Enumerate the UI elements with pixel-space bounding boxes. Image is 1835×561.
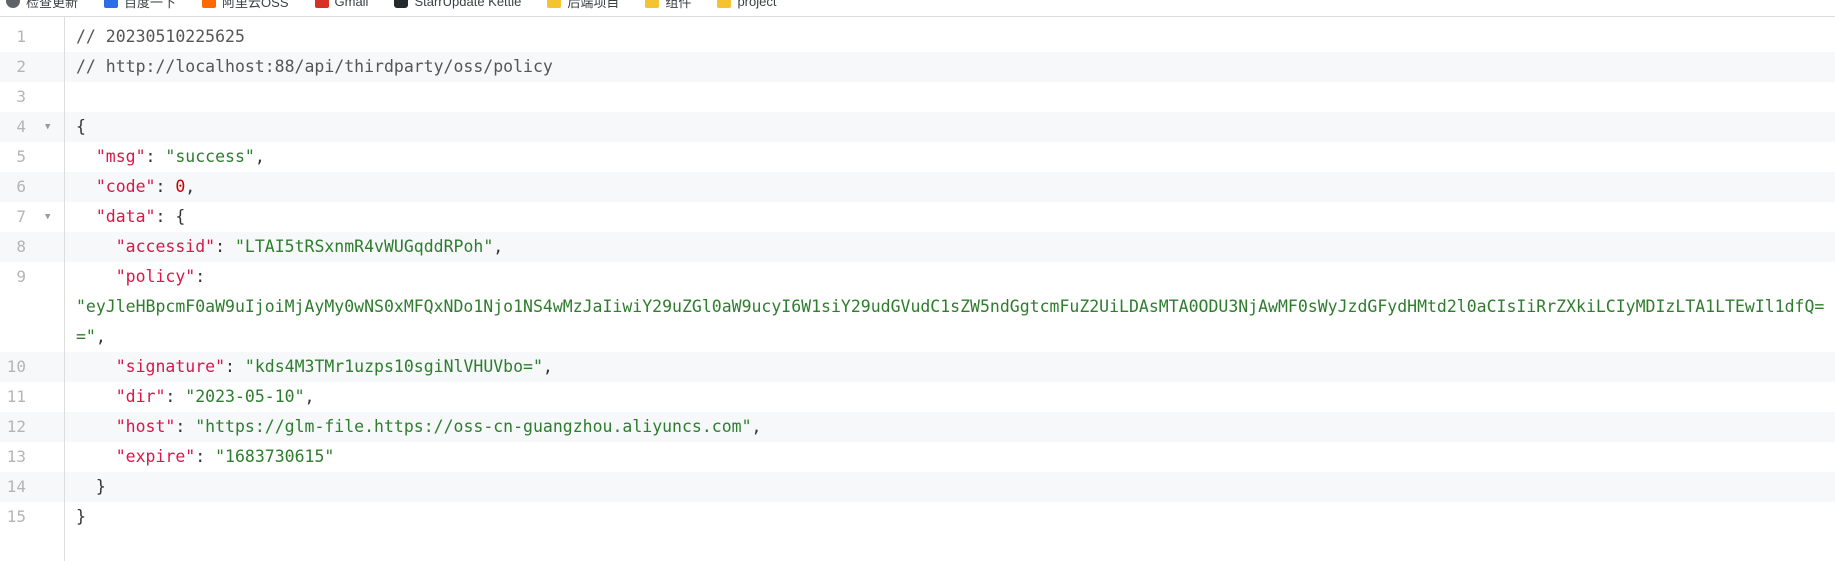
- line-number: 13: [6, 447, 26, 466]
- fold-toggle-icon[interactable]: ▼: [45, 202, 50, 232]
- bookmark-label: Gmail: [334, 0, 369, 9]
- code-line: 3: [0, 82, 1835, 112]
- code-line: 9 "policy": "eyJleHBpcmF0aW9uIjoiMjAyMy0…: [0, 262, 1835, 352]
- json-key-expire: "expire": [115, 447, 196, 466]
- folder-icon: [645, 0, 660, 8]
- bookmark-label: 检查更新: [26, 0, 79, 10]
- line-number: 4: [16, 117, 26, 136]
- code-line: 1 // 20230510225625: [0, 22, 1835, 52]
- gutter-divider: [64, 16, 65, 561]
- bookmark-label: StarrUpdate Kettle: [414, 0, 522, 9]
- bookmark-baidu[interactable]: 百度一下: [104, 0, 176, 11]
- code-line: 15 }: [0, 502, 1835, 532]
- line-number: 3: [16, 87, 26, 106]
- json-key-code: "code": [95, 177, 156, 196]
- json-value-policy: "eyJleHBpcmF0aW9uIjoiMjAyMy0wNS0xMFQxNDo…: [76, 297, 1825, 346]
- json-key-accessid: "accessid": [115, 237, 216, 256]
- code-line: 5 "msg": "success",: [0, 142, 1835, 172]
- json-key-host: "host": [115, 417, 176, 436]
- line-number: 8: [16, 237, 26, 256]
- json-key-data: "data": [95, 207, 156, 226]
- baidu-icon: [104, 0, 119, 8]
- code-line: 2 // http://localhost:88/api/thirdparty/…: [0, 52, 1835, 82]
- json-key-msg: "msg": [95, 147, 146, 166]
- bookmark-aliyun[interactable]: 阿里云OSS: [202, 0, 289, 11]
- comment-url: // http://localhost:88/api/thirdparty/os…: [76, 57, 553, 76]
- json-value-accessid: "LTAI5tRSxnmR4vWUGqddRPoh": [234, 237, 494, 256]
- gmail-icon: [314, 0, 329, 8]
- bookmark-label: 阿里云OSS: [222, 0, 289, 10]
- bookmark-folder-project[interactable]: project: [717, 0, 776, 9]
- comment-date: // 20230510225625: [76, 27, 245, 46]
- code-line: 8 "accessid": "LTAI5tRSxnmR4vWUGqddRPoh"…: [0, 232, 1835, 262]
- json-key-policy: "policy": [115, 267, 196, 286]
- bookmark-label: 组件: [665, 0, 692, 10]
- data-close-brace: }: [95, 477, 106, 496]
- code-line: 7 ▼ "data": {: [0, 202, 1835, 232]
- open-brace: {: [76, 117, 86, 136]
- bookmark-folder-components[interactable]: 组件: [645, 0, 691, 11]
- code-line: 6 "code": 0,: [0, 172, 1835, 202]
- line-number: 15: [6, 507, 26, 526]
- code-lines: 1 // 20230510225625 2 // http://localhos…: [0, 22, 1835, 532]
- bookmark-update[interactable]: 检查更新: [6, 0, 78, 11]
- bookmark-label: project: [737, 0, 777, 9]
- code-line: 14 }: [0, 472, 1835, 502]
- code-line: 12 "host": "https://glm-file.https://oss…: [0, 412, 1835, 442]
- line-number: 14: [6, 477, 26, 496]
- code-line: 10 "signature": "kds4M3TMr1uzps10sgiNlVH…: [0, 352, 1835, 382]
- json-value-expire: "1683730615": [215, 447, 335, 466]
- bookmarks-bar: 检查更新 百度一下 阿里云OSS Gmail StarrUpdate Kettl…: [0, 0, 1835, 17]
- bookmark-label: 后端项目: [567, 0, 620, 10]
- json-value-dir: "2023-05-10": [185, 387, 305, 406]
- json-value-msg: "success": [165, 147, 255, 166]
- data-open-brace: {: [175, 207, 186, 226]
- json-key-signature: "signature": [115, 357, 226, 376]
- github-icon: [394, 0, 409, 8]
- line-number: 9: [16, 267, 26, 286]
- code-line: 11 "dir": "2023-05-10",: [0, 382, 1835, 412]
- line-number: 7: [16, 207, 26, 226]
- line-number: 10: [6, 357, 26, 376]
- code-line: 4 ▼ {: [0, 112, 1835, 142]
- json-key-dir: "dir": [115, 387, 166, 406]
- bookmark-folder-backend[interactable]: 后端项目: [547, 0, 619, 11]
- json-value-signature: "kds4M3TMr1uzps10sgiNlVHUVbo=": [244, 357, 543, 376]
- line-number: 11: [6, 387, 26, 406]
- line-number: 1: [16, 27, 26, 46]
- json-value-host: "https://glm-file.https://oss-cn-guangzh…: [195, 417, 752, 436]
- aliyun-icon: [202, 0, 217, 8]
- line-number: 2: [16, 57, 26, 76]
- update-icon: [6, 0, 20, 8]
- folder-icon: [547, 0, 562, 8]
- line-number: 5: [16, 147, 26, 166]
- bookmark-gmail[interactable]: Gmail: [314, 0, 369, 9]
- close-brace: }: [76, 507, 86, 526]
- bookmark-github[interactable]: StarrUpdate Kettle: [394, 0, 521, 9]
- line-number: 12: [6, 417, 26, 436]
- folder-icon: [717, 0, 732, 8]
- json-viewer: 1 // 20230510225625 2 // http://localhos…: [0, 16, 1835, 561]
- bookmark-label: 百度一下: [124, 0, 177, 10]
- line-number: 6: [16, 177, 26, 196]
- code-line: 13 "expire": "1683730615": [0, 442, 1835, 472]
- json-value-code: 0: [175, 177, 186, 196]
- fold-toggle-icon[interactable]: ▼: [45, 112, 50, 142]
